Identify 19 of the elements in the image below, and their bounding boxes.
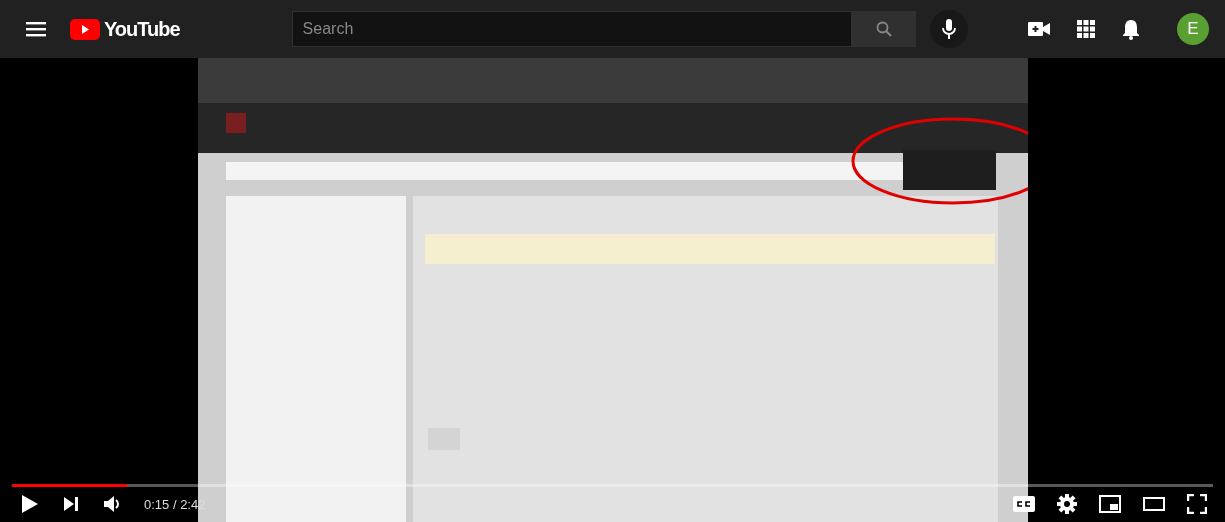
next-icon[interactable] [64,497,78,511]
miniplayer-icon[interactable] [1099,495,1121,513]
bell-icon[interactable] [1122,18,1140,40]
progress-bar[interactable] [12,484,1213,487]
search-icon [875,21,892,37]
video-camera-icon[interactable] [1028,22,1050,36]
search-button[interactable] [851,11,916,47]
search-field[interactable]: Search [291,11,852,47]
fullscreen-icon[interactable] [1187,494,1207,514]
microphone-icon [941,19,956,39]
theater-mode-icon[interactable] [1143,497,1165,511]
apps-grid-icon[interactable] [1077,20,1095,38]
volume-icon[interactable] [104,496,122,512]
menu-icon[interactable] [26,21,46,37]
youtube-logo[interactable]: YouTube [70,17,180,41]
microphone-button[interactable] [929,10,968,48]
play-icon[interactable] [22,495,38,513]
captions-icon[interactable] [1013,496,1035,512]
settings-icon[interactable] [1057,494,1077,514]
